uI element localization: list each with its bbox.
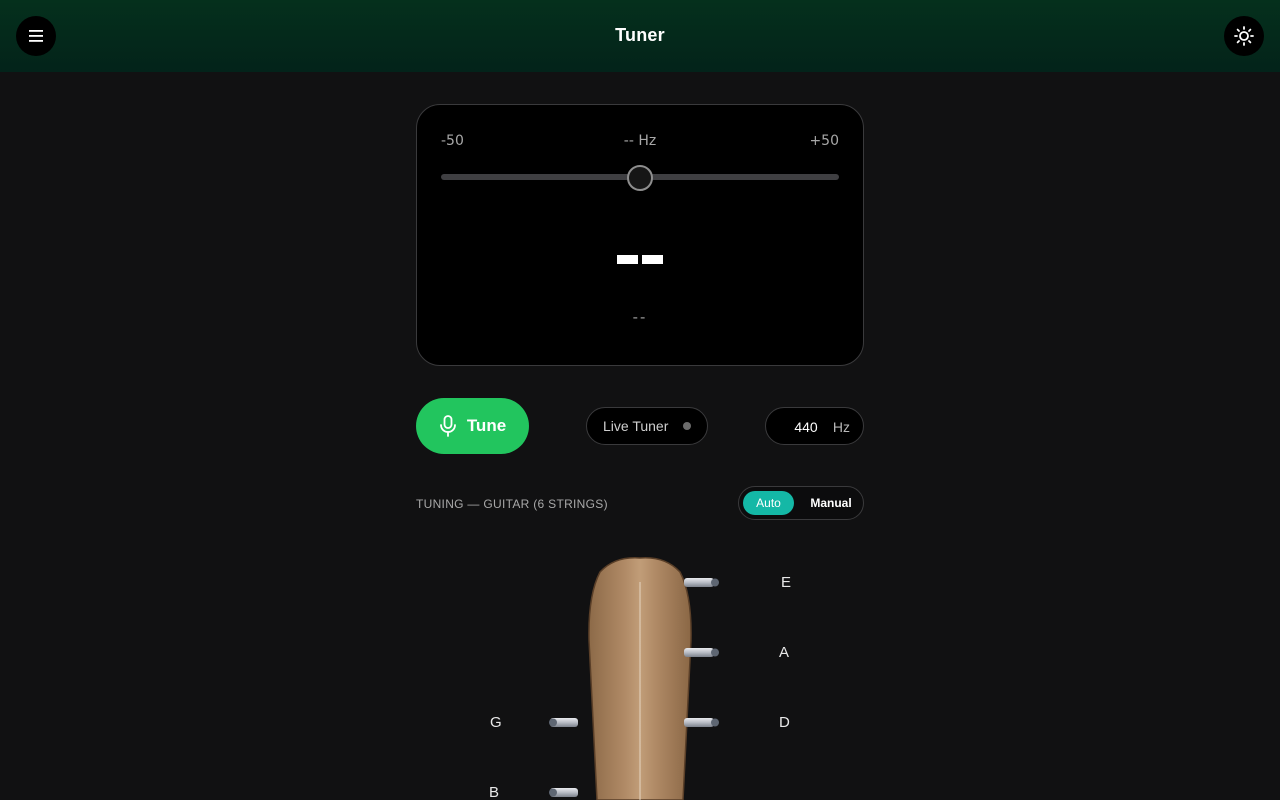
tuning-peg-right: [684, 718, 719, 727]
cents-max-label: +50: [809, 133, 839, 149]
tuning-peg-right: [684, 578, 719, 587]
note-display: [417, 255, 863, 264]
sun-icon: [1234, 26, 1254, 46]
live-status-dot: [683, 422, 691, 430]
reference-pitch-unit: Hz: [832, 419, 850, 435]
tune-button-label: Tune: [466, 416, 507, 435]
headstock-body: [588, 557, 692, 800]
note-placeholder-dash: [617, 255, 638, 264]
tune-button[interactable]: Tune: [416, 398, 529, 454]
tuner-meter-panel: -50 -- Hz +50 --: [416, 104, 864, 366]
reference-pitch-input[interactable]: [776, 417, 836, 437]
live-tuner-label: Live Tuner: [603, 418, 669, 434]
tuning-peg-left: [549, 718, 578, 727]
string-label-g[interactable]: G: [490, 714, 502, 731]
cents-meter-indicator: [627, 165, 653, 191]
tuning-mode-toggle: Auto Manual: [738, 486, 864, 520]
mode-manual-button[interactable]: Manual: [801, 491, 861, 515]
live-tuner-toggle[interactable]: Live Tuner: [586, 407, 708, 445]
note-placeholder-dash: [642, 255, 663, 264]
page-title: Tuner: [615, 25, 665, 45]
frequency-readout: -- Hz: [623, 133, 657, 149]
tuning-peg-right: [684, 648, 719, 657]
tuning-label: TUNING — GUITAR (6 STRINGS): [416, 497, 608, 511]
mode-auto-button[interactable]: Auto: [743, 491, 794, 515]
string-label-e[interactable]: E: [781, 574, 791, 591]
reference-pitch-control: Hz: [765, 407, 864, 445]
tuning-peg-left: [549, 788, 578, 797]
microphone-icon: [439, 415, 456, 437]
theme-toggle-button[interactable]: [1224, 16, 1264, 56]
string-label-b[interactable]: B: [489, 784, 499, 800]
string-label-a[interactable]: A: [779, 644, 789, 661]
top-bar: Tuner: [0, 0, 1280, 72]
string-label-d[interactable]: D: [779, 714, 790, 731]
octave-display: --: [632, 309, 648, 326]
